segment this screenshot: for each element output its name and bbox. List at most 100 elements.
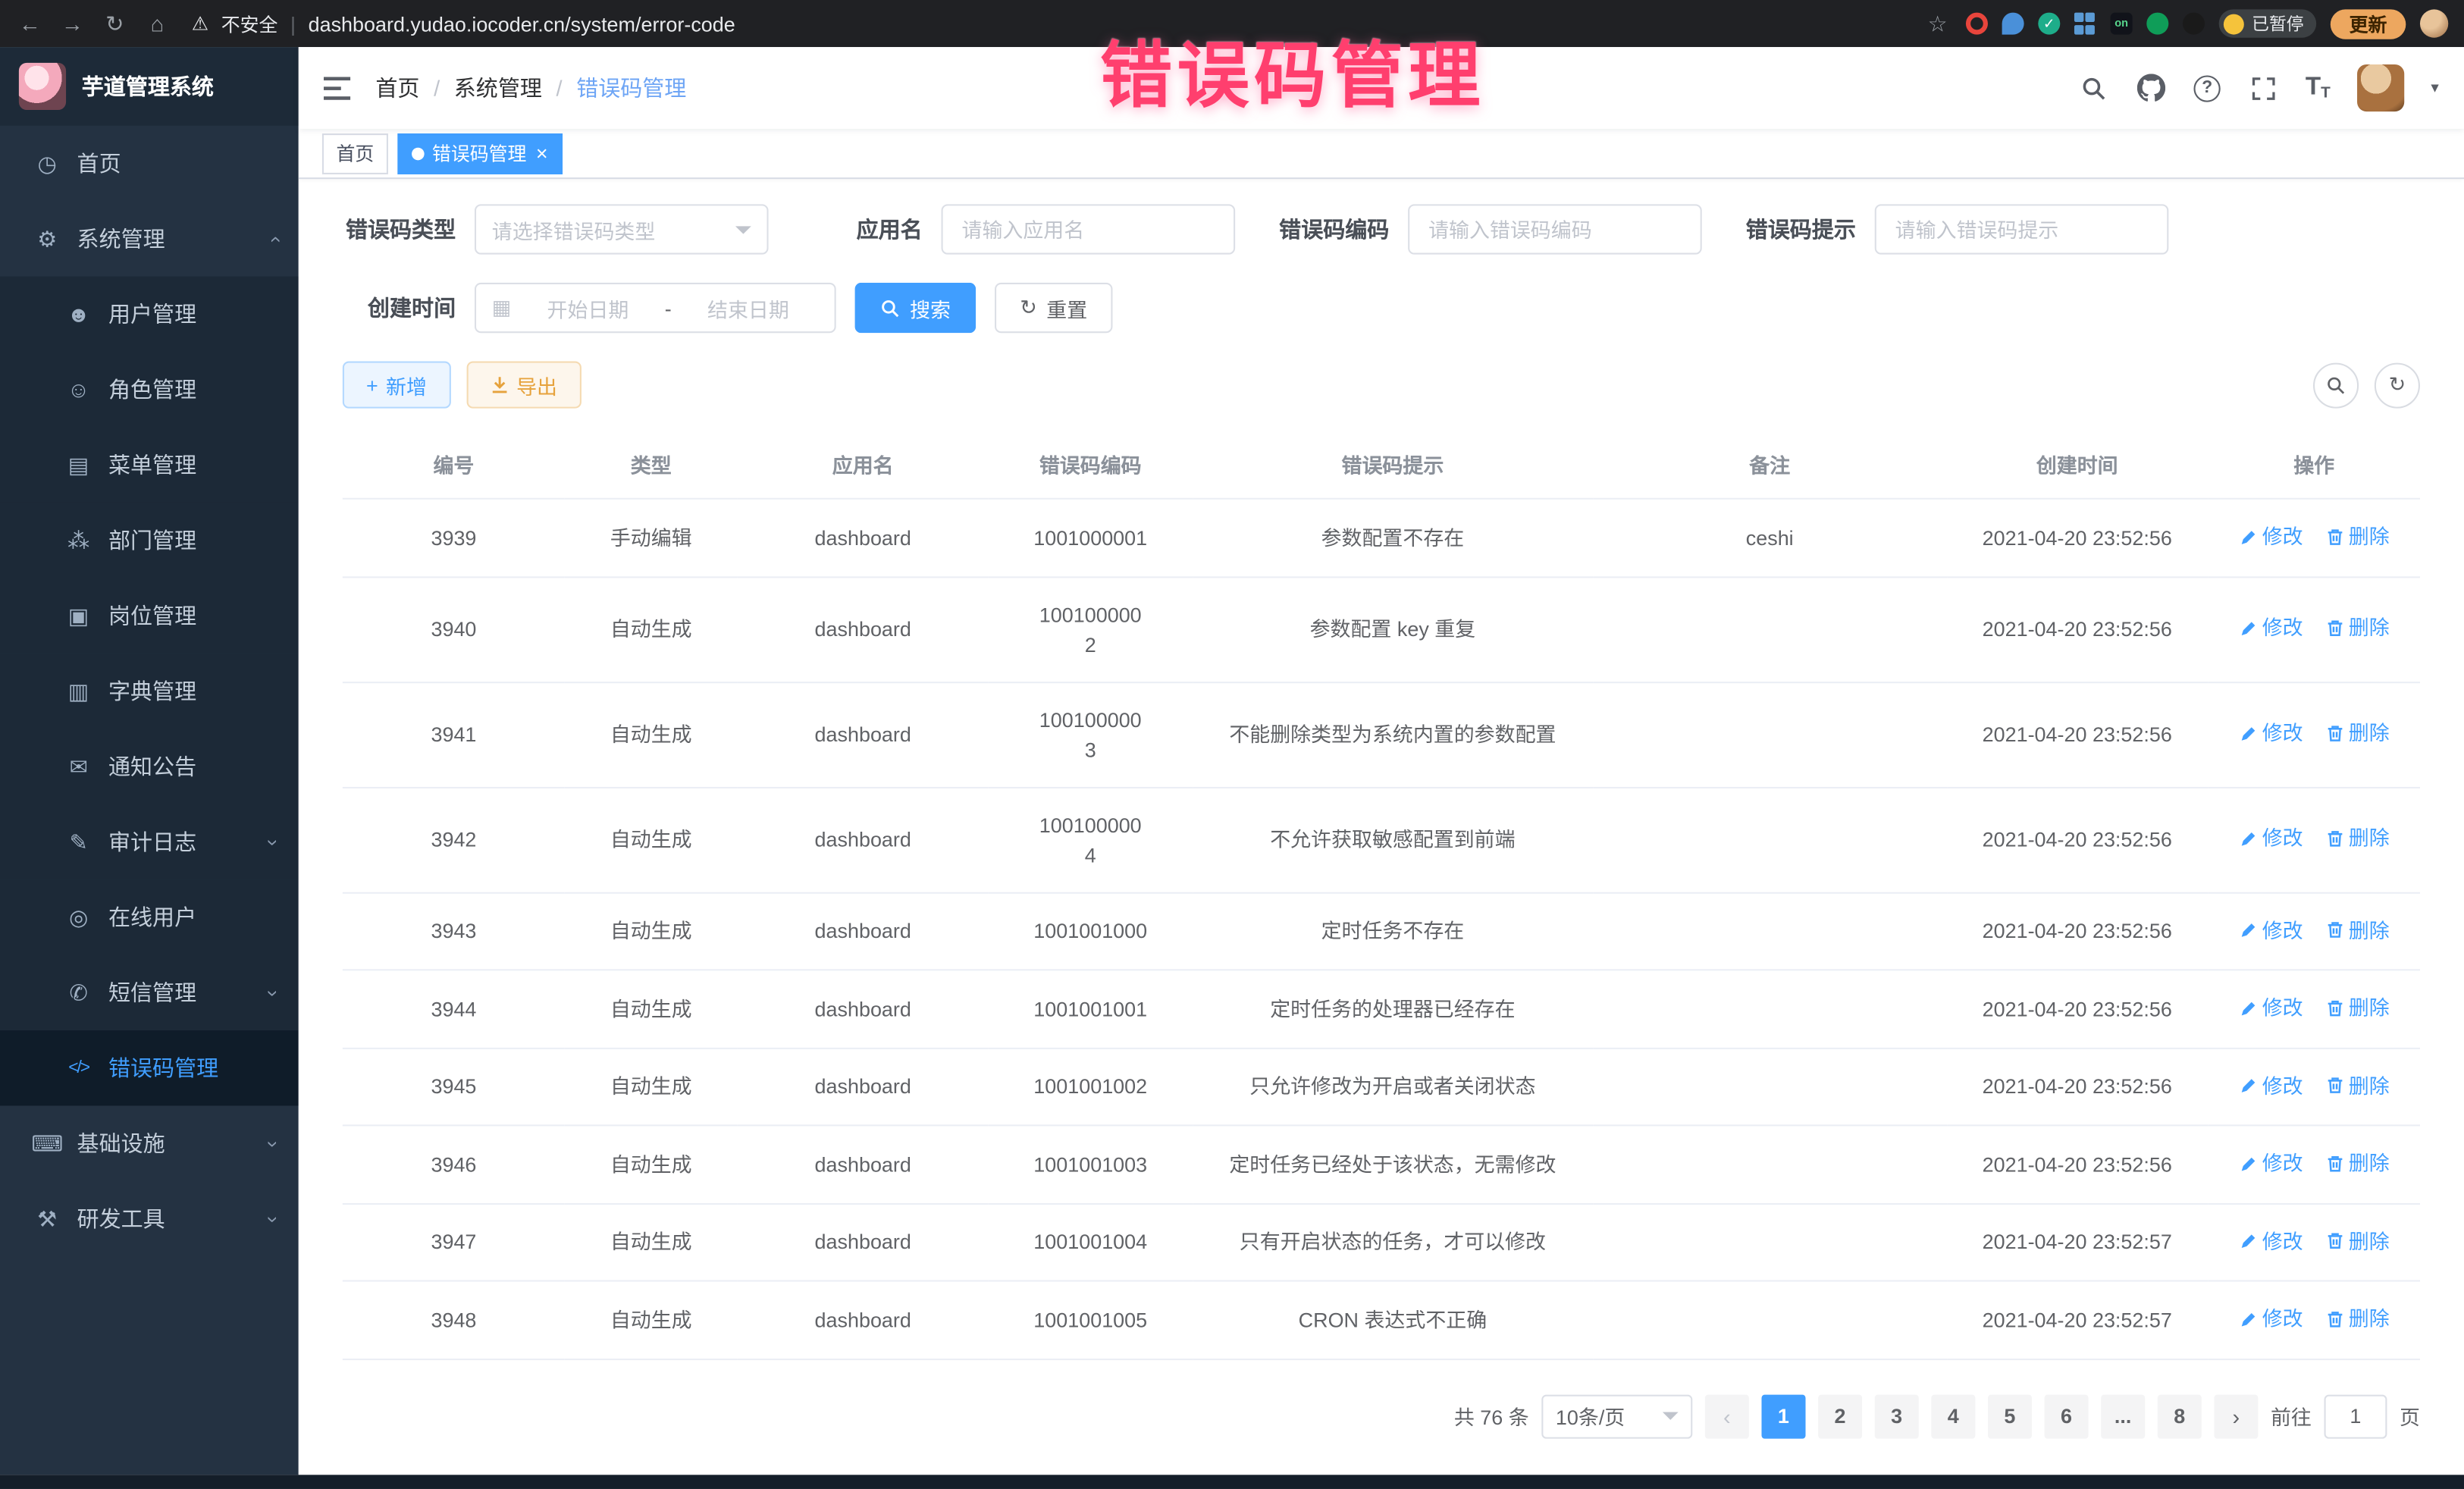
error-type-select[interactable]: 请选择错误码类型 — [475, 204, 769, 254]
delete-link[interactable]: 删除 — [2325, 1071, 2390, 1100]
delete-link[interactable]: 删除 — [2325, 522, 2390, 551]
browser-back-icon[interactable]: ← — [16, 11, 44, 36]
edit-link[interactable]: 修改 — [2239, 1148, 2303, 1177]
browser-update-button[interactable]: 更新 — [2331, 8, 2406, 38]
fullscreen-icon[interactable] — [2247, 72, 2278, 103]
sidebar-item-audit-logs[interactable]: ✎审计日志› — [0, 804, 299, 879]
delete-link[interactable]: 删除 — [2325, 613, 2390, 642]
edit-link[interactable]: 修改 — [2239, 823, 2303, 853]
sidebar-item-departments[interactable]: ⁂部门管理 — [0, 503, 299, 578]
github-icon[interactable] — [2136, 72, 2167, 103]
edit-link[interactable]: 修改 — [2239, 718, 2303, 748]
column-header-3: 错误码编码 — [989, 431, 1193, 499]
export-button[interactable]: 导出 — [466, 361, 581, 408]
page-button-4[interactable]: 4 — [1931, 1394, 1975, 1438]
sidebar-item-notices[interactable]: ✉通知公告 — [0, 729, 299, 804]
extension-icon-green[interactable]: ✓ — [2038, 13, 2060, 35]
font-size-icon[interactable]: TT — [2306, 74, 2331, 102]
edit-link[interactable]: 修改 — [2239, 522, 2303, 551]
delete-link[interactable]: 删除 — [2325, 823, 2390, 853]
extension-icon-red[interactable] — [1966, 13, 1988, 35]
app-logo[interactable]: 芋道管理系统 — [0, 47, 299, 126]
sidebar-item-infrastructure[interactable]: ⌨基础设施› — [0, 1105, 299, 1180]
chevron-down-icon: › — [262, 1215, 285, 1222]
date-end-placeholder: 结束日期 — [678, 293, 819, 322]
sidebar-item-dev-tools[interactable]: ⚒研发工具› — [0, 1181, 299, 1256]
chevron-down-icon — [735, 225, 751, 233]
cell-hint: CRON 表达式不正确 — [1192, 1281, 1593, 1359]
extension-icon-on[interactable]: on — [2111, 13, 2133, 35]
delete-link[interactable]: 删除 — [2325, 718, 2390, 748]
browser-forward-icon[interactable]: → — [58, 11, 86, 36]
page-button-5[interactable]: 5 — [1988, 1394, 2032, 1438]
edit-link[interactable]: 修改 — [2239, 613, 2303, 642]
filter-label: 错误码类型 — [343, 214, 475, 245]
sidebar-item-home[interactable]: ◷首页 — [0, 126, 299, 201]
sidebar-item-roles[interactable]: ☺角色管理 — [0, 352, 299, 427]
help-icon[interactable]: ? — [2194, 74, 2221, 101]
sidebar-item-menus[interactable]: ▤菜单管理 — [0, 428, 299, 503]
navbar-actions: ? TT ▾ — [2077, 64, 2439, 111]
delete-link[interactable]: 删除 — [2325, 915, 2390, 945]
sidebar-item-users[interactable]: ☻用户管理 — [0, 277, 299, 352]
next-page-button[interactable]: › — [2214, 1394, 2258, 1438]
date-range-picker[interactable]: ▦ 开始日期 - 结束日期 — [475, 283, 836, 333]
tab-error-code[interactable]: 错误码管理× — [397, 133, 562, 174]
edit-link[interactable]: 修改 — [2239, 992, 2303, 1022]
page-button-8[interactable]: 8 — [2158, 1394, 2202, 1438]
extension-icon-blue[interactable] — [2002, 13, 2024, 35]
avatar-caret-icon[interactable]: ▾ — [2431, 80, 2438, 97]
breadcrumb-home[interactable]: 首页 — [375, 72, 419, 103]
delete-link[interactable]: 删除 — [2325, 1304, 2390, 1334]
browser-profile-avatar[interactable] — [2420, 9, 2448, 37]
reset-button[interactable]: ↻ 重置 — [995, 283, 1112, 333]
extension-paused-badge[interactable]: 已暂停 — [2219, 9, 2317, 37]
cell-actions: 修改删除 — [2208, 1281, 2420, 1359]
sidebar-item-dicts[interactable]: ▥字典管理 — [0, 654, 299, 729]
extension-icon-knot[interactable] — [2183, 13, 2205, 35]
refresh-table-button[interactable]: ↻ — [2375, 362, 2420, 408]
sidebar-toggle-icon[interactable] — [324, 76, 350, 99]
edit-link[interactable]: 修改 — [2239, 915, 2303, 945]
sidebar-item-online-users[interactable]: ◎在线用户 — [0, 879, 299, 955]
sidebar-item-error-codes[interactable]: </>错误码管理 — [0, 1030, 299, 1105]
sidebar-item-label: 菜单管理 — [108, 450, 196, 481]
page-button-2[interactable]: 2 — [1818, 1394, 1862, 1438]
page-button-3[interactable]: 3 — [1875, 1394, 1919, 1438]
edit-link[interactable]: 修改 — [2239, 1226, 2303, 1255]
bookmark-star-icon[interactable]: ☆ — [1923, 10, 1951, 36]
page-size-select[interactable]: 10条/页 — [1541, 1394, 1692, 1438]
extension-icon-grid[interactable] — [2074, 13, 2096, 35]
edit-link[interactable]: 修改 — [2239, 1304, 2303, 1334]
table-row: 3944自动生成dashboard1001001001定时任务的处理器已经存在2… — [343, 970, 2420, 1048]
goto-page-input[interactable] — [2324, 1394, 2387, 1438]
delete-link[interactable]: 删除 — [2325, 1148, 2390, 1177]
delete-link[interactable]: 删除 — [2325, 1226, 2390, 1255]
edit-link[interactable]: 修改 — [2239, 1071, 2303, 1100]
tab-home[interactable]: 首页 — [322, 133, 388, 174]
error-code-input[interactable] — [1408, 204, 1702, 254]
address-bar[interactable]: ⚠ 不安全 | dashboard.yudao.iocoder.cn/syste… — [192, 10, 735, 36]
toggle-search-button[interactable] — [2313, 362, 2359, 408]
close-tab-icon[interactable]: × — [536, 141, 548, 165]
app-name-input[interactable] — [942, 204, 1236, 254]
cell-created: 2021-04-20 23:52:56 — [1946, 1125, 2208, 1203]
user-avatar[interactable] — [2357, 64, 2404, 111]
delete-link[interactable]: 删除 — [2325, 992, 2390, 1022]
search-icon[interactable] — [2077, 72, 2108, 103]
add-button[interactable]: + 新增 — [343, 361, 450, 408]
search-button[interactable]: 搜索 — [855, 283, 977, 333]
cell-app: dashboard — [737, 1203, 989, 1281]
sidebar-item-system[interactable]: ⚙系统管理› — [0, 201, 299, 276]
sidebar-item-posts[interactable]: ▣岗位管理 — [0, 578, 299, 653]
browser-reload-icon[interactable]: ↻ — [101, 10, 129, 36]
page-button-6[interactable]: 6 — [2045, 1394, 2089, 1438]
prev-page-button[interactable]: ‹ — [1705, 1394, 1749, 1438]
error-hint-input[interactable] — [1875, 204, 2169, 254]
page-button-1[interactable]: 1 — [1761, 1394, 1805, 1438]
browser-home-icon[interactable]: ⌂ — [143, 11, 171, 36]
sidebar-item-sms[interactable]: ✆短信管理› — [0, 955, 299, 1030]
page-ellipsis[interactable]: ... — [2101, 1394, 2145, 1438]
extension-icon-leaf[interactable] — [2146, 13, 2168, 35]
code-line: 3 — [995, 735, 1186, 764]
